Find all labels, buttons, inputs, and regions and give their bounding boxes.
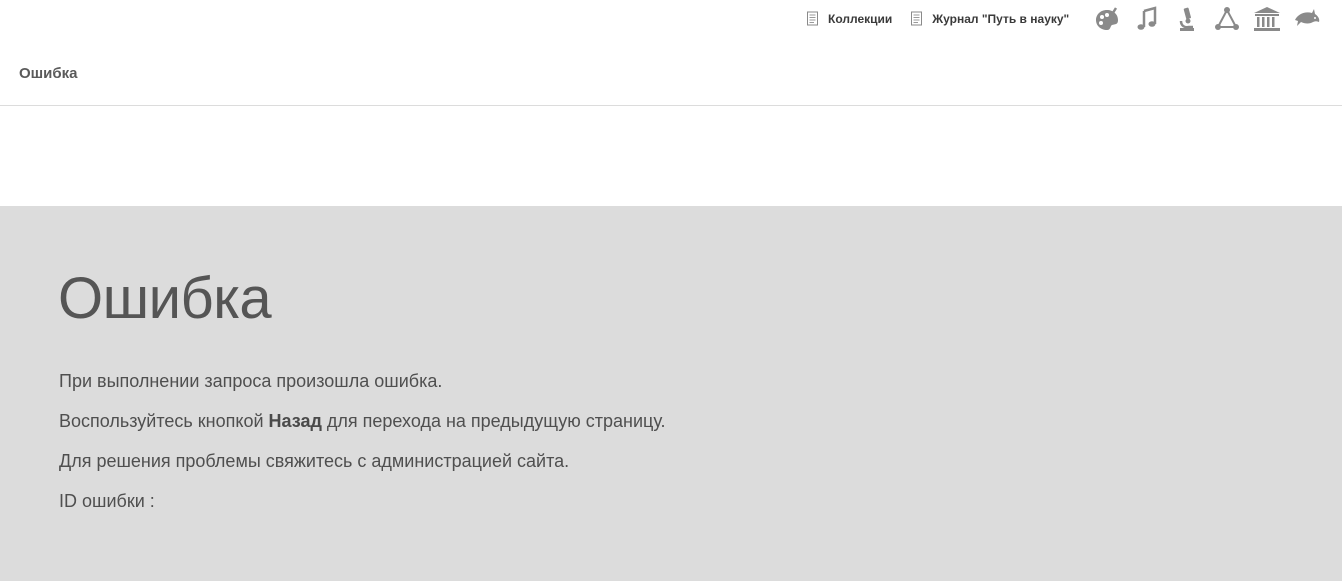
top-bar: Коллекции Журнал "Путь в науку" <box>0 0 1342 40</box>
error-panel: Ошибка При выполнении запроса произошла … <box>0 206 1342 581</box>
page-title: Ошибка <box>19 65 78 82</box>
site-icons <box>1092 4 1322 34</box>
error-id: ID ошибки : <box>59 491 155 511</box>
back-hint-suffix: для перехода на предыдущую страницу. <box>321 411 666 431</box>
microscope-icon[interactable] <box>1172 4 1202 34</box>
dolphin-icon[interactable] <box>1292 4 1322 34</box>
collections-link[interactable]: Коллекции <box>806 11 892 26</box>
museum-icon[interactable] <box>1252 4 1282 34</box>
palette-icon[interactable] <box>1092 4 1122 34</box>
back-button-name: Назад <box>268 411 322 431</box>
back-hint: Воспользуйтесь кнопкой Назад для переход… <box>59 412 666 430</box>
journal-link[interactable]: Журнал "Путь в науку" <box>910 11 1069 26</box>
top-links: Коллекции Журнал "Путь в науку" <box>806 11 1069 26</box>
error-heading: Ошибка <box>58 266 272 331</box>
molecule-icon[interactable] <box>1212 4 1242 34</box>
page-header: Ошибка <box>0 40 1342 106</box>
back-hint-prefix: Воспользуйтесь кнопкой <box>59 411 269 431</box>
error-message: При выполнении запроса произошла ошибка. <box>59 371 443 391</box>
contact-admin-hint: Для решения проблемы свяжитесь с админис… <box>59 451 570 471</box>
collections-link-label: Коллекции <box>828 11 893 26</box>
document-icon <box>806 11 819 26</box>
document-icon <box>910 11 923 26</box>
music-note-icon[interactable] <box>1132 4 1162 34</box>
journal-link-label: Журнал "Путь в науку" <box>932 11 1070 26</box>
